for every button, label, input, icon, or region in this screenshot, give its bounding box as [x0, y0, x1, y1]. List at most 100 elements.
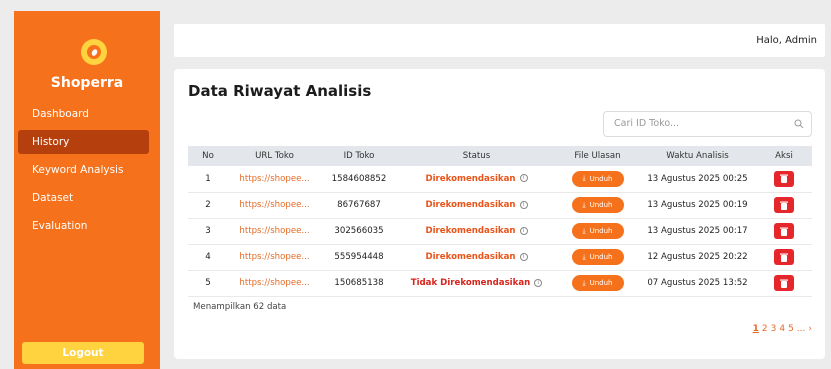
- trash-icon: [780, 279, 788, 288]
- row-no: 1: [205, 173, 211, 184]
- logo-icon: [81, 39, 107, 65]
- page-ellipsis: ...: [796, 324, 806, 334]
- row-time: 07 Agustus 2025 13:52: [647, 278, 748, 288]
- download-label: Unduh: [589, 253, 613, 261]
- delete-button[interactable]: [774, 275, 794, 291]
- trash-icon: [780, 253, 788, 262]
- row-action: [756, 244, 812, 270]
- sidebar: Shoperra Dashboard History Keyword Analy…: [14, 11, 160, 369]
- info-icon[interactable]: i: [519, 200, 528, 209]
- row-status: Direkomendasikan i: [397, 166, 556, 192]
- status-label: Direkomendasikan: [425, 173, 516, 184]
- pagination: 1 2 3 4 5 ... ›: [753, 324, 812, 334]
- row-id: 86767687: [337, 200, 381, 210]
- download-icon: ⤓: [582, 200, 586, 209]
- row-id: 302566035: [334, 226, 384, 236]
- page-4[interactable]: 4: [779, 324, 785, 334]
- row-id: 555954448: [334, 252, 384, 262]
- row-action: [756, 166, 812, 192]
- row-no: 3: [205, 226, 211, 236]
- row-action: [756, 270, 812, 296]
- download-button[interactable]: ⤓ Unduh: [571, 275, 624, 291]
- sidebar-item-dataset[interactable]: Dataset: [18, 186, 149, 210]
- trash-icon: [780, 227, 788, 236]
- row-url-link[interactable]: https://shopee...: [228, 270, 321, 296]
- row-file: ⤓ Unduh: [556, 244, 639, 270]
- col-action: Aksi: [775, 151, 793, 161]
- row-file: ⤓ Unduh: [556, 218, 639, 244]
- logout-button[interactable]: Logout: [22, 342, 144, 364]
- download-label: Unduh: [589, 201, 613, 209]
- status-label: Direkomendasikan: [425, 200, 516, 210]
- trash-icon: [780, 174, 788, 184]
- download-label: Unduh: [589, 279, 613, 287]
- table-header: No URL Toko ID Toko Status File Ulasan W…: [188, 146, 812, 166]
- delete-button[interactable]: [774, 170, 794, 187]
- trash-icon: [780, 201, 788, 210]
- search-icon: [794, 119, 804, 129]
- sidebar-item-keyword-analysis[interactable]: Keyword Analysis: [18, 158, 149, 182]
- col-status: Status: [462, 151, 491, 161]
- row-no: 4: [205, 252, 211, 262]
- sidebar-item-history[interactable]: History: [18, 130, 149, 154]
- delete-button[interactable]: [774, 197, 794, 213]
- download-button[interactable]: ⤓ Unduh: [571, 170, 624, 187]
- page-1[interactable]: 1: [753, 324, 759, 334]
- row-url-link[interactable]: https://shopee...: [228, 244, 321, 270]
- row-action: [756, 192, 812, 218]
- row-action: [756, 218, 812, 244]
- table-row: 4 https://shopee... 555954448 Direkomend…: [188, 244, 812, 270]
- download-label: Unduh: [589, 227, 613, 235]
- col-time: Waktu Analisis: [666, 151, 729, 161]
- download-button[interactable]: ⤓ Unduh: [571, 249, 624, 265]
- download-label: Unduh: [589, 174, 613, 183]
- delete-button[interactable]: [774, 249, 794, 265]
- col-no: No: [202, 151, 214, 161]
- info-icon[interactable]: i: [534, 278, 543, 287]
- col-url: URL Toko: [255, 151, 294, 161]
- row-file: ⤓ Unduh: [556, 192, 639, 218]
- table-row: 1 https://shopee... 1584608852 Direkomen…: [188, 166, 812, 192]
- info-icon[interactable]: i: [519, 252, 528, 261]
- row-file: ⤓ Unduh: [556, 270, 639, 296]
- page-2[interactable]: 2: [762, 324, 768, 334]
- col-id: ID Toko: [343, 151, 375, 161]
- row-time: 12 Agustus 2025 20:22: [647, 252, 748, 262]
- greeting: Halo, Admin: [756, 35, 817, 46]
- page-title: Data Riwayat Analisis: [188, 82, 372, 100]
- row-time: 13 Agustus 2025 00:25: [647, 173, 748, 184]
- row-status: Tidak Direkomendasikan i: [397, 270, 556, 296]
- row-url-link[interactable]: https://shopee...: [228, 166, 321, 192]
- status-label: Tidak Direkomendasikan: [410, 278, 531, 288]
- download-button[interactable]: ⤓ Unduh: [571, 197, 624, 213]
- download-button[interactable]: ⤓ Unduh: [571, 223, 624, 239]
- status-label: Direkomendasikan: [425, 226, 516, 236]
- download-icon: ⤓: [582, 278, 586, 287]
- next-page-icon[interactable]: ›: [808, 324, 812, 334]
- row-no: 2: [205, 200, 211, 210]
- status-label: Direkomendasikan: [425, 252, 516, 262]
- row-status: Direkomendasikan i: [397, 244, 556, 270]
- sidebar-item-evaluation[interactable]: Evaluation: [18, 214, 149, 238]
- table-row: 2 https://shopee... 86767687 Direkomenda…: [188, 192, 812, 218]
- search-input[interactable]: Cari ID Toko...: [603, 111, 812, 137]
- download-icon: ⤓: [582, 252, 586, 261]
- info-icon[interactable]: i: [519, 226, 528, 235]
- download-icon: ⤓: [582, 174, 586, 183]
- page-3[interactable]: 3: [771, 324, 777, 334]
- row-no: 5: [205, 278, 211, 288]
- main-panel: Data Riwayat Analisis Cari ID Toko... No…: [174, 69, 825, 359]
- topbar: Halo, Admin: [174, 24, 825, 57]
- info-icon[interactable]: i: [519, 174, 528, 183]
- row-status: Direkomendasikan i: [397, 192, 556, 218]
- row-url-link[interactable]: https://shopee...: [228, 218, 321, 244]
- data-count: Menampilkan 62 data: [193, 302, 287, 312]
- sidebar-item-dashboard[interactable]: Dashboard: [18, 102, 149, 126]
- row-file: ⤓ Unduh: [556, 166, 639, 192]
- brand-name: Shoperra: [50, 75, 124, 91]
- row-url-link[interactable]: https://shopee...: [228, 192, 321, 218]
- row-id: 1584608852: [331, 173, 387, 184]
- delete-button[interactable]: [774, 223, 794, 239]
- page-5[interactable]: 5: [788, 324, 794, 334]
- download-icon: ⤓: [582, 226, 586, 235]
